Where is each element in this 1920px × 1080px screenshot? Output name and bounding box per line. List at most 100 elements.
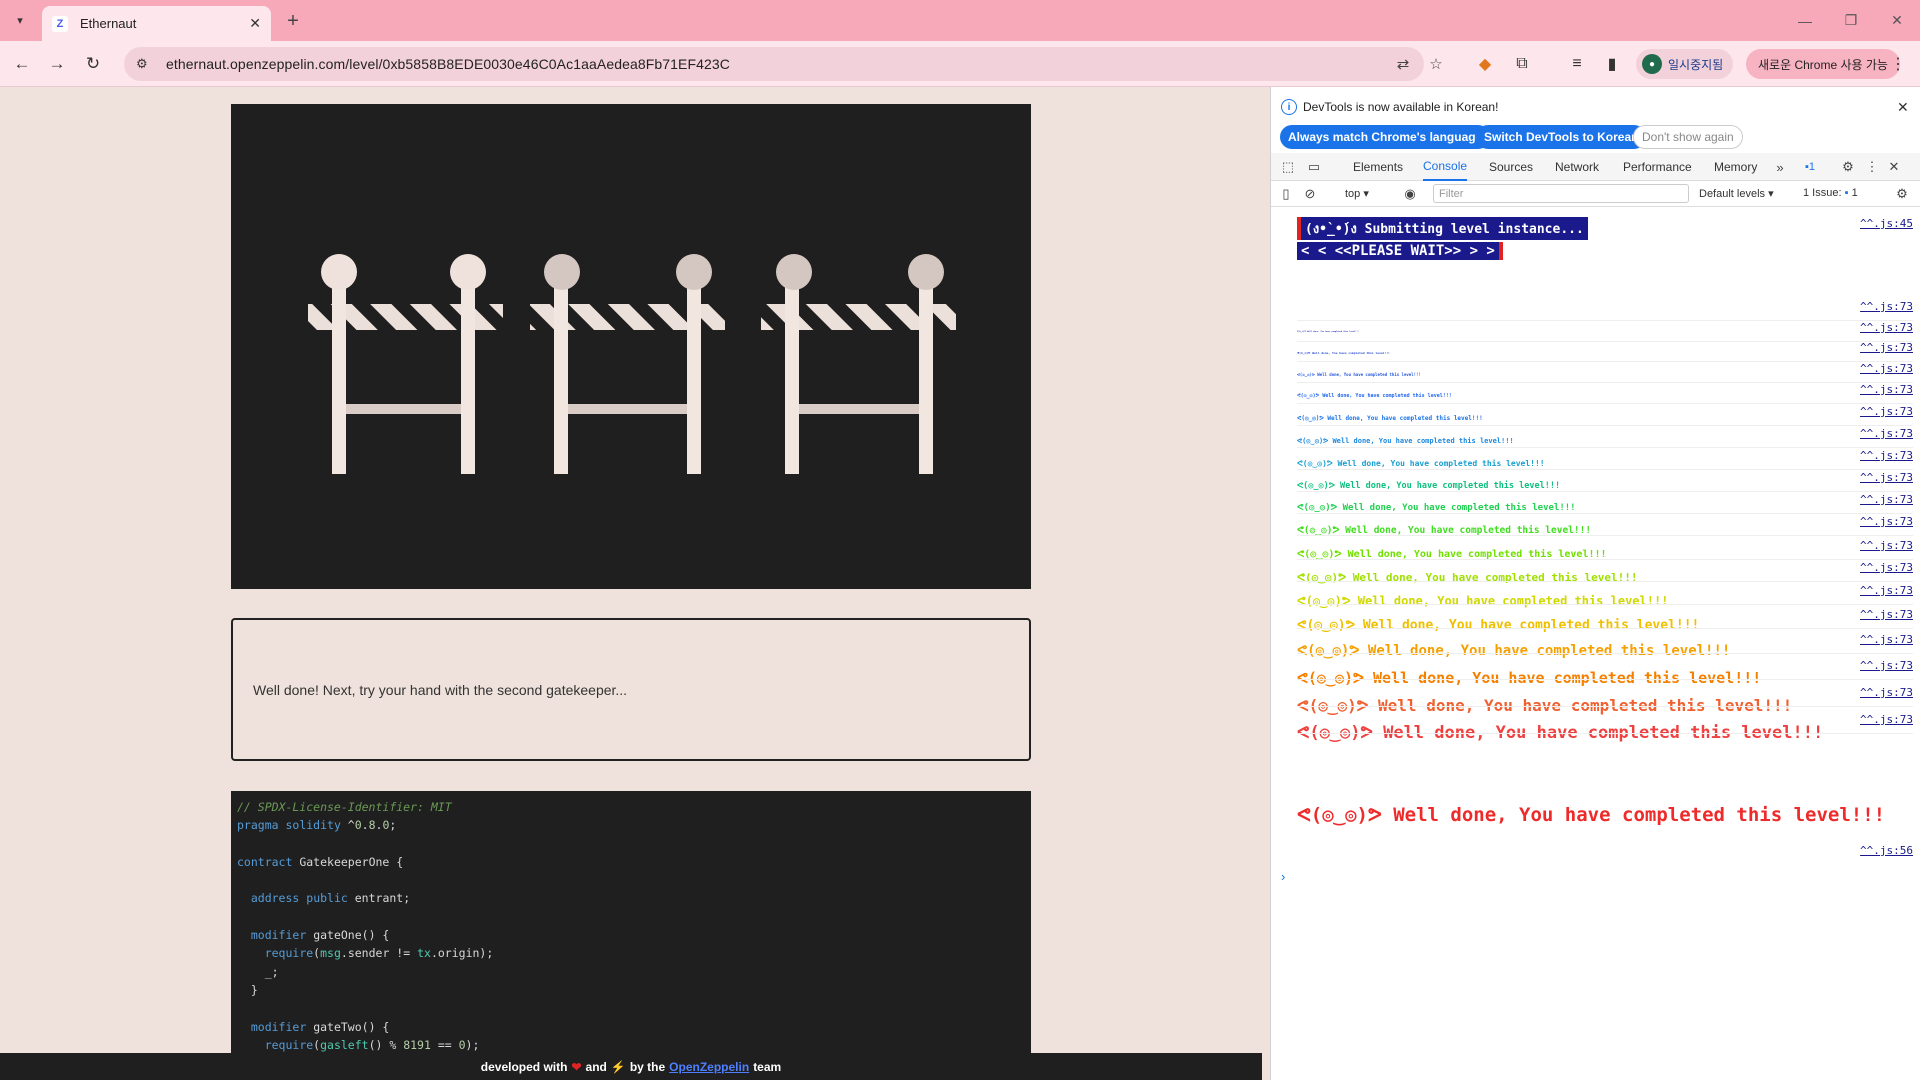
log-source-link[interactable]: ^^.js:73 [1860, 341, 1913, 354]
level-complete-message: Well done! Next, try your hand with the … [253, 681, 628, 698]
tab-search-chevron-icon[interactable]: ▾ [8, 8, 32, 32]
metamask-fox-icon[interactable]: ◆ [1470, 49, 1500, 79]
always-match-language-button[interactable]: Always match Chrome's language [1280, 125, 1491, 149]
please-wait-text: < < <<PLEASE WAIT>> > > [1297, 242, 1503, 260]
log-source-link[interactable]: ^^.js:73 [1860, 383, 1913, 396]
footer-suffix: team [753, 1059, 782, 1074]
log-source-link[interactable]: ^^.js:73 [1860, 405, 1913, 418]
clear-console-icon[interactable]: ⊘ [1301, 185, 1319, 203]
translate-icon[interactable]: ⇄ [1388, 49, 1418, 79]
log-divider [1297, 469, 1913, 470]
inspect-element-icon[interactable]: ⬚ [1279, 158, 1297, 176]
barrier-1 [308, 254, 503, 474]
code-line: } [237, 982, 258, 997]
media-controls-icon[interactable]: ≡ [1562, 49, 1592, 79]
tab-performance[interactable]: Performance [1623, 153, 1692, 181]
code-line: // SPDX-License-Identifier: MIT [237, 800, 452, 814]
code-line: modifier gateTwo() { [250, 1019, 390, 1034]
devtools-tab-bar: ⬚ ▭ Elements Console Sources Network Per… [1271, 153, 1920, 181]
log-divider [1297, 706, 1913, 707]
settings-gear-icon[interactable]: ⚙ [1839, 158, 1857, 176]
issues-count: 1 [1851, 187, 1858, 199]
restore-icon[interactable]: ❐ [1828, 0, 1874, 41]
bookmark-star-icon[interactable]: ☆ [1421, 49, 1451, 79]
code-line: modifier gateOne() { [250, 928, 390, 943]
log-divider [1297, 361, 1913, 362]
devtools-menu-icon[interactable]: ⋮ [1863, 158, 1881, 176]
log-source-link[interactable]: ^^.js:73 [1860, 427, 1913, 440]
device-toolbar-icon[interactable]: ▭ [1305, 158, 1323, 176]
tab-console[interactable]: Console [1423, 153, 1468, 181]
console-prompt-chevron-icon[interactable]: › [1281, 869, 1285, 884]
log-divider [1297, 733, 1913, 734]
back-arrow-icon[interactable]: ← [7, 49, 37, 79]
window-close-icon[interactable]: ✕ [1874, 0, 1920, 41]
site-settings-icon[interactable]: ⚙ [136, 56, 156, 72]
profile-button[interactable]: ● 일시중지됨 [1636, 49, 1734, 79]
log-divider [1297, 382, 1913, 383]
page-content: Well done! Next, try your hand with the … [0, 87, 1262, 1080]
log-source-link[interactable]: ^^.js:73 [1860, 471, 1913, 484]
log-source-link[interactable]: ^^.js:56 [1860, 844, 1913, 857]
console-output: (ง•̀_•́)ง Submitting level instance... <… [1271, 207, 1920, 1080]
console-filter-input[interactable]: Filter [1433, 184, 1689, 203]
log-source-link[interactable]: ^^.js:73 [1860, 362, 1913, 375]
minimize-icon[interactable]: — [1782, 0, 1828, 41]
side-panel-icon[interactable]: ▮ [1597, 49, 1627, 79]
browser-tab[interactable]: Z Ethernaut ✕ [42, 6, 271, 41]
dont-show-again-button[interactable]: Don't show again [1633, 125, 1743, 149]
address-bar[interactable]: ⚙ ethernaut.openzeppelin.com/level/0xb58… [124, 47, 1424, 81]
log-source-link[interactable]: ^^.js:73 [1860, 561, 1913, 574]
issues-indicator[interactable]: 1 Issue: ▪ 1 [1803, 187, 1858, 199]
log-divider [1297, 581, 1913, 582]
log-levels-dropdown[interactable]: Default levels ▾ [1699, 187, 1774, 200]
heart-icon: ❤ [571, 1059, 582, 1074]
sidebar-toggle-icon[interactable]: ▯ [1277, 185, 1295, 203]
messages-badge[interactable]: ▪ 1 [1797, 158, 1823, 176]
tab-network[interactable]: Network [1555, 153, 1599, 181]
log-source-link[interactable]: ^^.js:73 [1860, 584, 1913, 597]
log-source-link[interactable]: ^^.js:73 [1860, 300, 1913, 313]
log-source-link[interactable]: ^^.js:73 [1860, 515, 1913, 528]
infobar-close-icon[interactable]: ✕ [1897, 99, 1909, 116]
reload-icon[interactable]: ↻ [78, 49, 108, 79]
tab-sources[interactable]: Sources [1489, 153, 1533, 181]
console-settings-gear-icon[interactable]: ⚙ [1893, 185, 1911, 203]
tab-elements[interactable]: Elements [1353, 153, 1403, 181]
log-source-link[interactable]: ^^.js:73 [1860, 713, 1913, 726]
browser-toolbar: ← → ↻ ⚙ ethernaut.openzeppelin.com/level… [0, 41, 1920, 87]
more-tabs-icon[interactable]: » [1771, 158, 1789, 176]
switch-to-korean-button[interactable]: Switch DevTools to Korean [1476, 125, 1647, 149]
live-expression-eye-icon[interactable]: ◉ [1401, 185, 1419, 203]
log-source-link[interactable]: ^^.js:73 [1860, 659, 1913, 672]
log-source-link[interactable]: ^^.js:45 [1860, 217, 1913, 230]
chrome-update-button[interactable]: 새로운 Chrome 사용 가능 [1746, 49, 1900, 79]
extensions-puzzle-icon[interactable]: ⧉ [1507, 49, 1537, 79]
tab-close-icon[interactable]: ✕ [249, 15, 261, 32]
barriers-illustration [308, 254, 956, 474]
forward-arrow-icon[interactable]: → [42, 49, 72, 79]
well-done-log-message: ᕙ(◎‿◎)ᕗ Well done, You have completed th… [1297, 594, 1669, 608]
tab-memory[interactable]: Memory [1714, 153, 1757, 181]
log-source-link[interactable]: ^^.js:73 [1860, 608, 1913, 621]
well-done-log-message: ᕙ(◎‿◎)ᕗ Well done, You have completed th… [1297, 331, 1359, 333]
openzeppelin-link[interactable]: OpenZeppelin [669, 1060, 749, 1074]
new-tab-plus-icon[interactable]: + [281, 9, 305, 33]
code-line: pragma solidity ^0.8.0; [237, 818, 397, 833]
context-selector[interactable]: top ▾ [1345, 187, 1369, 200]
log-source-link[interactable]: ^^.js:73 [1860, 686, 1913, 699]
title-bar: ▾ Z Ethernaut ✕ + — ❐ ✕ [0, 0, 1920, 41]
log-source-link[interactable]: ^^.js:73 [1860, 449, 1913, 462]
log-source-link[interactable]: ^^.js:73 [1860, 633, 1913, 646]
page-footer: developed with ❤ and ⚡ by the OpenZeppel… [0, 1053, 1262, 1080]
log-source-link[interactable]: ^^.js:73 [1860, 493, 1913, 506]
log-source-link[interactable]: ^^.js:73 [1860, 321, 1913, 334]
chrome-menu-icon[interactable]: ⋮ [1886, 49, 1910, 79]
log-divider [1297, 403, 1913, 404]
devtools-close-icon[interactable]: ✕ [1885, 158, 1903, 176]
log-source-link[interactable]: ^^.js:73 [1860, 539, 1913, 552]
